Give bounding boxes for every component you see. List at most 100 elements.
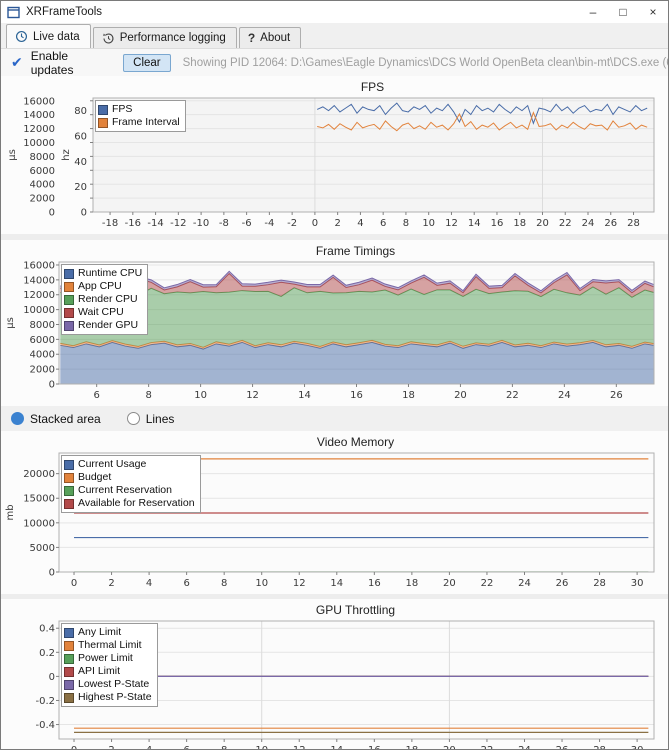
svg-text:0: 0: [71, 578, 77, 589]
svg-text:-0.4: -0.4: [35, 720, 55, 731]
svg-text:80: 80: [74, 106, 87, 117]
radio-stacked-area-label: Stacked area: [30, 411, 101, 426]
chart-title-video-memory: Video Memory: [316, 435, 395, 449]
svg-text:6: 6: [183, 578, 189, 589]
svg-text:-16: -16: [125, 218, 141, 229]
svg-text:0: 0: [49, 568, 55, 579]
svg-text:16000: 16000: [23, 260, 55, 271]
fps-chart-panel: FPS -18 -16 -14 -12 -10 -8 -6 -4 -2 0 2 4 6 8 10 12 14 16…: [1, 76, 668, 234]
video-memory-chart-panel: Video Memory 0 2 4 6 8 10 12 14 16 18 20 22 24 26 28 30…: [1, 431, 668, 594]
svg-text:6: 6: [380, 218, 386, 229]
svg-text:15000: 15000: [23, 494, 55, 505]
svg-text:26: 26: [556, 745, 569, 750]
window-title: XRFrameTools: [26, 6, 103, 18]
svg-text:20: 20: [443, 578, 456, 589]
minimize-button[interactable]: –: [578, 1, 608, 23]
svg-text:10000: 10000: [23, 518, 55, 529]
maximize-button[interactable]: □: [608, 1, 638, 23]
svg-text:10000: 10000: [23, 305, 55, 316]
tab-performance-logging-label: Performance logging: [119, 32, 226, 44]
chart-title-frame-timings: Frame Timings: [315, 244, 396, 258]
svg-text:µs: µs: [7, 149, 18, 161]
svg-text:8000: 8000: [30, 152, 55, 163]
tab-live-data[interactable]: Live data: [6, 24, 91, 48]
svg-text:5000: 5000: [30, 543, 55, 554]
svg-text:10: 10: [255, 745, 268, 750]
tab-live-data-label: Live data: [33, 30, 80, 43]
svg-text:40: 40: [74, 157, 87, 168]
history-icon: [102, 32, 115, 45]
svg-text:20: 20: [536, 218, 549, 229]
checkmark-icon[interactable]: ✔: [11, 54, 23, 71]
svg-text:12: 12: [293, 578, 306, 589]
svg-text:8: 8: [403, 218, 409, 229]
svg-text:-2: -2: [287, 218, 297, 229]
svg-text:12000: 12000: [23, 290, 55, 301]
svg-text:20: 20: [74, 182, 87, 193]
app-window: XRFrameTools – □ × Live data Performance…: [0, 0, 669, 750]
svg-text:22: 22: [559, 218, 572, 229]
tab-bar: Live data Performance logging ? About: [1, 23, 668, 49]
svg-text:6: 6: [93, 390, 99, 401]
svg-text:18: 18: [513, 218, 526, 229]
svg-text:10: 10: [255, 578, 268, 589]
radio-stacked-area[interactable]: Stacked area: [11, 412, 101, 426]
svg-text:mb: mb: [5, 504, 16, 520]
svg-text:26: 26: [604, 218, 617, 229]
window-controls: – □ ×: [578, 1, 668, 23]
svg-text:16: 16: [491, 218, 504, 229]
svg-text:20000: 20000: [23, 469, 55, 480]
svg-text:24: 24: [558, 390, 571, 401]
svg-text:8: 8: [145, 390, 151, 401]
tab-about[interactable]: ? About: [238, 27, 302, 48]
svg-text:0: 0: [81, 208, 87, 219]
gpu-throttling-legend: Any Limit Thermal Limit Power Limit API Lim…: [61, 623, 158, 707]
chart-title-fps: FPS: [360, 80, 385, 94]
clear-button[interactable]: Clear: [123, 53, 171, 72]
svg-text:6000: 6000: [30, 166, 55, 177]
svg-text:0.2: 0.2: [39, 648, 55, 659]
svg-text:8000: 8000: [30, 320, 55, 331]
close-button[interactable]: ×: [638, 1, 668, 23]
svg-text:28: 28: [593, 578, 606, 589]
svg-text:-10: -10: [193, 218, 209, 229]
enable-updates-label[interactable]: Enable updates: [31, 49, 109, 77]
svg-text:8: 8: [221, 745, 227, 750]
svg-text:26: 26: [610, 390, 623, 401]
svg-text:0.4: 0.4: [39, 624, 55, 635]
svg-text:10000: 10000: [23, 138, 55, 149]
svg-text:18: 18: [406, 578, 419, 589]
svg-text:4: 4: [357, 218, 363, 229]
svg-text:16: 16: [368, 578, 381, 589]
svg-text:-8: -8: [219, 218, 229, 229]
svg-text:4000: 4000: [30, 180, 55, 191]
svg-text:4: 4: [146, 745, 152, 750]
pid-status-text: Showing PID 12064: D:\Games\Eagle Dynami…: [182, 56, 668, 69]
svg-text:22: 22: [506, 390, 519, 401]
app-icon: [7, 6, 20, 19]
titlebar: XRFrameTools – □ ×: [1, 1, 668, 23]
svg-text:22: 22: [481, 745, 494, 750]
svg-text:0: 0: [312, 218, 318, 229]
svg-text:16: 16: [368, 745, 381, 750]
svg-text:2: 2: [108, 745, 114, 750]
svg-text:30: 30: [631, 745, 644, 750]
svg-text:28: 28: [593, 745, 606, 750]
chart-title-gpu-throttling: GPU Throttling: [315, 603, 396, 617]
svg-text:14: 14: [330, 745, 343, 750]
radio-lines[interactable]: Lines: [126, 412, 174, 426]
svg-text:24: 24: [518, 745, 531, 750]
svg-text:14: 14: [330, 578, 343, 589]
svg-text:16: 16: [350, 390, 363, 401]
svg-text:14: 14: [298, 390, 311, 401]
svg-text:-12: -12: [170, 218, 186, 229]
radio-selected-icon: [11, 412, 24, 425]
svg-text:12000: 12000: [23, 124, 55, 135]
tab-performance-logging[interactable]: Performance logging: [92, 27, 237, 48]
svg-text:4: 4: [146, 578, 152, 589]
svg-text:24: 24: [582, 218, 595, 229]
svg-text:2: 2: [334, 218, 340, 229]
svg-text:26: 26: [556, 578, 569, 589]
svg-text:60: 60: [74, 132, 87, 143]
gpu-throttling-chart-panel: GPU Throttling 0246810121416182022242628…: [1, 599, 668, 750]
